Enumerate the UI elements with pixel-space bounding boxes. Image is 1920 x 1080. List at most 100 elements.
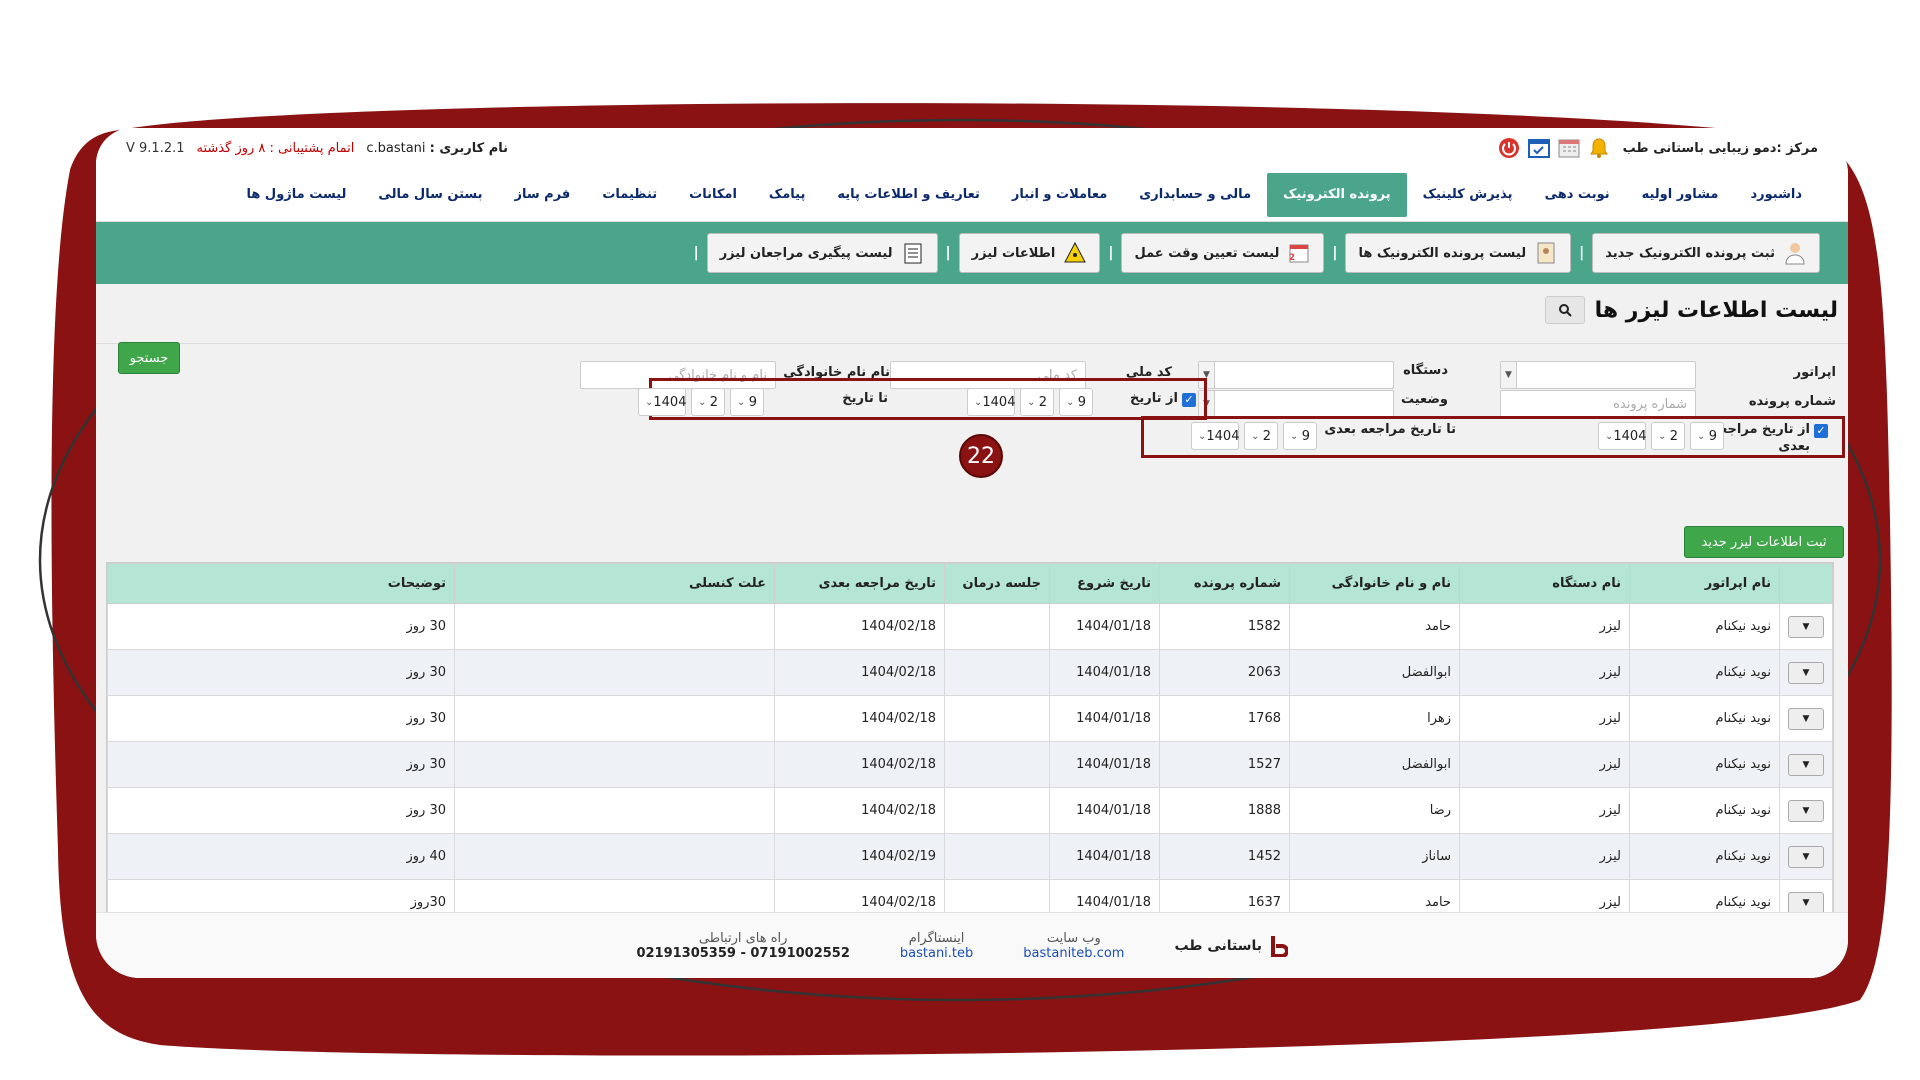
to-date-day[interactable]: ⌄ 9 <box>730 388 764 416</box>
table-cell: رضا <box>1289 787 1460 834</box>
table-row[interactable]: ▼ نوید نیکنام لیزر زهرا 1768 1404/01/18 1404/0… <box>107 695 1833 742</box>
table-cell: 1888 <box>1159 787 1290 834</box>
to-next-visit-day[interactable]: ⌄ 9 <box>1283 422 1317 450</box>
sub-toolbar: ثبت پرونده الکترونیک جدید | لیست پرونده … <box>96 222 1848 284</box>
power-icon[interactable] <box>1497 136 1521 160</box>
to-date-month[interactable]: ⌄ 2 <box>691 388 725 416</box>
from-next-visit-month[interactable]: ⌄ 2 <box>1651 422 1685 450</box>
column-header[interactable]: جلسه درمان <box>944 563 1050 604</box>
device-select[interactable]: ▼ <box>1198 361 1394 389</box>
menu-module-list[interactable]: لیست ماژول ها <box>231 173 363 217</box>
table-row[interactable]: ▼ نوید نیکنام لیزر ساناز 1452 1404/01/18 1404/… <box>107 833 1833 880</box>
table-cell <box>454 649 775 696</box>
row-dropdown-button[interactable]: ▼ <box>1788 707 1824 730</box>
menu-dashboard[interactable]: داشبورد <box>1734 173 1818 217</box>
menu-close-fiscal-year[interactable]: بستن سال مالی <box>362 173 498 217</box>
chevron-down-icon: ⌄ <box>1251 430 1260 442</box>
row-dropdown-button[interactable]: ▼ <box>1788 799 1824 822</box>
table-cell <box>944 833 1050 880</box>
surgery-schedule-list-button[interactable]: 2 لیست تعیین وقت عمل <box>1121 233 1325 273</box>
search-toggle-button[interactable] <box>1544 296 1585 324</box>
table-row[interactable]: ▼ نوید نیکنام لیزر حامد 1582 1404/01/18 1404/0… <box>107 603 1833 650</box>
calendar-grid-icon[interactable] <box>1557 136 1581 160</box>
menu-base-info[interactable]: تعاریف و اطلاعات پایه <box>821 173 996 217</box>
menu-settings[interactable]: تنظیمات <box>586 173 673 217</box>
from-date-checkbox[interactable]: ✓ <box>1182 393 1196 407</box>
chevron-down-icon: ⌄ <box>1027 396 1036 408</box>
menu-form-builder[interactable]: فرم ساز <box>499 173 587 217</box>
table-cell: 1404/02/18 <box>774 741 945 788</box>
table-row[interactable]: ▼ نوید نیکنام لیزر رضا 1888 1404/01/18 1404/02… <box>107 787 1833 834</box>
new-laser-info-button[interactable]: ثبت اطلاعات لیزر جدید <box>1684 526 1844 558</box>
from-date-day[interactable]: ⌄ 9 <box>1059 388 1093 416</box>
search-button[interactable]: جستجو <box>118 342 180 374</box>
menu-initial-consultant[interactable]: مشاور اولیه <box>1626 173 1735 217</box>
file-icon <box>1537 242 1555 264</box>
table-cell: نوید نیکنام <box>1629 741 1780 788</box>
to-next-visit-year[interactable]: ⌄ 1404 <box>1191 422 1239 450</box>
brand-name: باستانی طب <box>1174 937 1262 954</box>
menu-clinic-reception[interactable]: پذیرش کلینیک <box>1407 173 1529 217</box>
top-bar: مرکز :دمو زیبایی باستانی طب نام کاربری :… <box>96 128 1848 168</box>
laser-info-label: اطلاعات لیزر <box>971 245 1056 261</box>
table-cell <box>454 741 775 788</box>
laser-followup-list-button[interactable]: لیست پیگیری مراجعان لیزر <box>706 233 938 273</box>
menu-electronic-file[interactable]: پرونده الکترونیک <box>1267 172 1407 217</box>
column-header[interactable]: نام دستگاه <box>1459 563 1630 604</box>
from-next-visit-year[interactable]: ⌄ 1404 <box>1598 422 1646 450</box>
row-dropdown-button[interactable]: ▼ <box>1788 891 1824 914</box>
table-cell <box>944 649 1050 696</box>
table-cell: 1404/02/19 <box>774 833 945 880</box>
from-next-visit-label: از تاریخ مراجعه <box>1712 422 1810 437</box>
from-next-visit-checkbox[interactable]: ✓ <box>1814 424 1828 438</box>
month-value: 2 <box>1038 394 1047 410</box>
table-cell: ابوالفضل <box>1289 741 1460 788</box>
to-next-visit-month[interactable]: ⌄ 2 <box>1244 422 1278 450</box>
row-dropdown-button[interactable]: ▼ <box>1788 661 1824 684</box>
user-name: c.bastani <box>366 140 426 156</box>
table-cell: 1527 <box>1159 741 1290 788</box>
column-header[interactable]: نام اپراتور <box>1629 563 1780 604</box>
from-next-visit-day[interactable]: ⌄ 9 <box>1690 422 1724 450</box>
calendar-icon: 2 <box>1289 244 1309 263</box>
from-date-year[interactable]: ⌄ 1404 <box>967 388 1015 416</box>
from-date-month[interactable]: ⌄ 2 <box>1020 388 1054 416</box>
instagram-link[interactable]: bastani.teb <box>900 946 973 961</box>
bell-icon[interactable] <box>1587 136 1611 160</box>
chevron-down-icon: ⌄ <box>974 396 983 408</box>
file-number-input[interactable]: شماره پرونده <box>1500 390 1696 418</box>
chevron-down-icon: ⌄ <box>1066 396 1075 408</box>
menu-appointments[interactable]: نوبت دهی <box>1529 173 1626 217</box>
row-dropdown-button[interactable]: ▼ <box>1788 615 1824 638</box>
table-cell: لیزر <box>1459 649 1630 696</box>
new-electronic-file-label: ثبت پرونده الکترونیک جدید <box>1605 245 1775 261</box>
menu-features[interactable]: امکانات <box>673 173 753 217</box>
electronic-files-list-button[interactable]: لیست پرونده الکترونیک ها <box>1345 233 1572 273</box>
menu-finance[interactable]: مالی و حسابداری <box>1123 173 1267 217</box>
calendar-check-icon[interactable] <box>1527 136 1551 160</box>
new-electronic-file-button[interactable]: ثبت پرونده الکترونیک جدید <box>1592 233 1820 273</box>
operator-label: اپراتور <box>1793 365 1836 380</box>
footer-brand: باستانی طب <box>1174 935 1288 957</box>
to-date-year[interactable]: ⌄ 1404 <box>638 388 686 416</box>
table-cell: نوید نیکنام <box>1629 787 1780 834</box>
table-row[interactable]: ▼ نوید نیکنام لیزر ابوالفضل 2063 1404/01/18 14… <box>107 649 1833 696</box>
column-header[interactable]: نام و نام خانوادگی <box>1289 563 1460 604</box>
menu-sms[interactable]: پیامک <box>753 173 821 217</box>
column-header[interactable]: توضیحات <box>107 563 455 604</box>
status-select[interactable]: ▼ <box>1198 390 1394 418</box>
column-header[interactable]: تاریخ مراجعه بعدی <box>774 563 945 604</box>
center-name: مرکز :دمو زیبایی باستانی طب <box>1622 140 1818 156</box>
website-link[interactable]: bastaniteb.com <box>1023 946 1124 961</box>
row-dropdown-button[interactable]: ▼ <box>1788 753 1824 776</box>
operator-select[interactable]: ▼ <box>1500 361 1696 389</box>
row-dropdown-button[interactable]: ▼ <box>1788 845 1824 868</box>
table-row[interactable]: ▼ نوید نیکنام لیزر ابوالفضل 1527 1404/01/18 14… <box>107 741 1833 788</box>
column-header[interactable]: علت کنسلی <box>454 563 775 604</box>
laser-info-button[interactable]: اطلاعات لیزر <box>958 233 1101 273</box>
year-value: 1404 <box>653 394 687 410</box>
column-header[interactable]: تاریخ شروع <box>1049 563 1160 604</box>
table-cell: نوید نیکنام <box>1629 695 1780 742</box>
menu-inventory[interactable]: معاملات و انبار <box>996 173 1123 217</box>
column-header[interactable]: شماره پرونده <box>1159 563 1290 604</box>
